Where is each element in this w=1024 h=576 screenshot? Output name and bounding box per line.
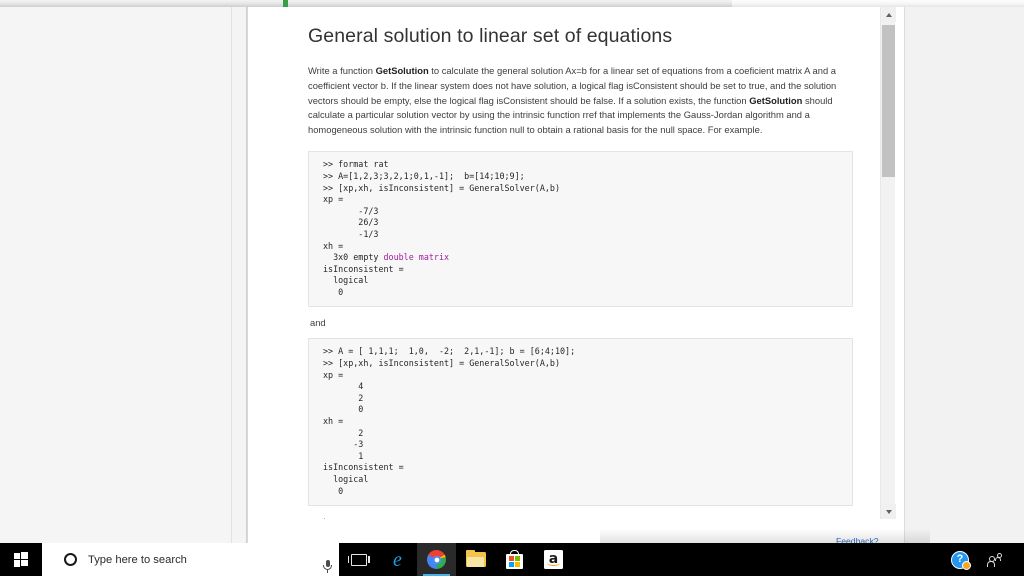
taskbar-item-task-view[interactable] [339, 543, 378, 576]
code-block-example-1: >> format rat >> A=[1,2,3;3,2,1;0,1,-1];… [308, 151, 853, 308]
screen: General solution to linear set of equati… [0, 0, 1024, 576]
windows-taskbar: Type here to search e a ? [0, 543, 1024, 576]
search-placeholder-text: Type here to search [88, 553, 187, 566]
code-block-example-2: >> A = [ 1,1,1; 1,0, -2; 2,1,-1]; b = [6… [308, 338, 853, 507]
folder-icon [465, 550, 486, 567]
taskbar-item-microsoft-edge[interactable]: e [378, 543, 417, 576]
separator-and-2: and [310, 516, 864, 519]
amazon-icon: a [544, 550, 563, 569]
document-scrollbar[interactable] [880, 7, 896, 519]
scroll-down-button[interactable] [881, 504, 896, 519]
windows-logo-icon [13, 552, 29, 567]
document-content: General solution to linear set of equati… [256, 7, 884, 519]
start-button[interactable] [0, 543, 42, 576]
code-content-1: >> format rat >> A=[1,2,3;3,2,1;0,1,-1];… [323, 159, 560, 297]
code-text-1: >> format rat >> A=[1,2,3;3,2,1;0,1,-1];… [323, 159, 842, 298]
document-viewport[interactable]: General solution to linear set of equati… [256, 7, 884, 519]
page-title: General solution to linear set of equati… [308, 25, 673, 47]
green-indicator-marker [283, 0, 288, 7]
help-question-icon: ? [951, 550, 971, 570]
desc-run-3-bold: GetSolution [749, 94, 803, 106]
system-tray: ? [942, 543, 1024, 576]
desktop-backdrop-right [905, 7, 1024, 543]
separator-and-1: and [310, 317, 326, 329]
code-keyword-token: double matrix [383, 252, 450, 263]
code-text-2: >> A = [ 1,1,1; 1,0, -2; 2,1,-1]; b = [6… [323, 346, 576, 496]
task-view-icon [347, 553, 370, 566]
edge-icon: e [393, 548, 402, 571]
chrome-icon [427, 550, 446, 569]
chevron-up-icon [885, 12, 892, 17]
warning-badge-icon [962, 560, 971, 570]
chevron-down-icon [885, 509, 892, 514]
tray-item-people[interactable] [978, 543, 1014, 576]
tray-item-help-notification[interactable]: ? [942, 543, 978, 576]
assignment-description: Write a function GetSolution to calculat… [308, 64, 863, 137]
desc-run-1-bold: GetSolution [375, 65, 429, 77]
store-bag-icon [506, 550, 523, 569]
taskbar-pinned-apps: e a [339, 543, 573, 576]
scroll-up-button[interactable] [881, 7, 896, 22]
left-gutter-panel [0, 7, 232, 543]
taskbar-item-google-chrome[interactable] [417, 543, 456, 576]
people-icon [986, 552, 1005, 567]
cortana-circle-icon [64, 553, 77, 566]
taskbar-item-file-explorer[interactable] [456, 543, 495, 576]
desc-run-0: Write a function [308, 65, 376, 77]
taskbar-search-box[interactable]: Type here to search [42, 543, 339, 576]
scrollbar-thumb[interactable] [882, 25, 895, 177]
taskbar-item-microsoft-store[interactable] [495, 543, 534, 576]
taskbar-item-amazon[interactable]: a [534, 543, 573, 576]
window-top-edge-right [732, 0, 1024, 7]
